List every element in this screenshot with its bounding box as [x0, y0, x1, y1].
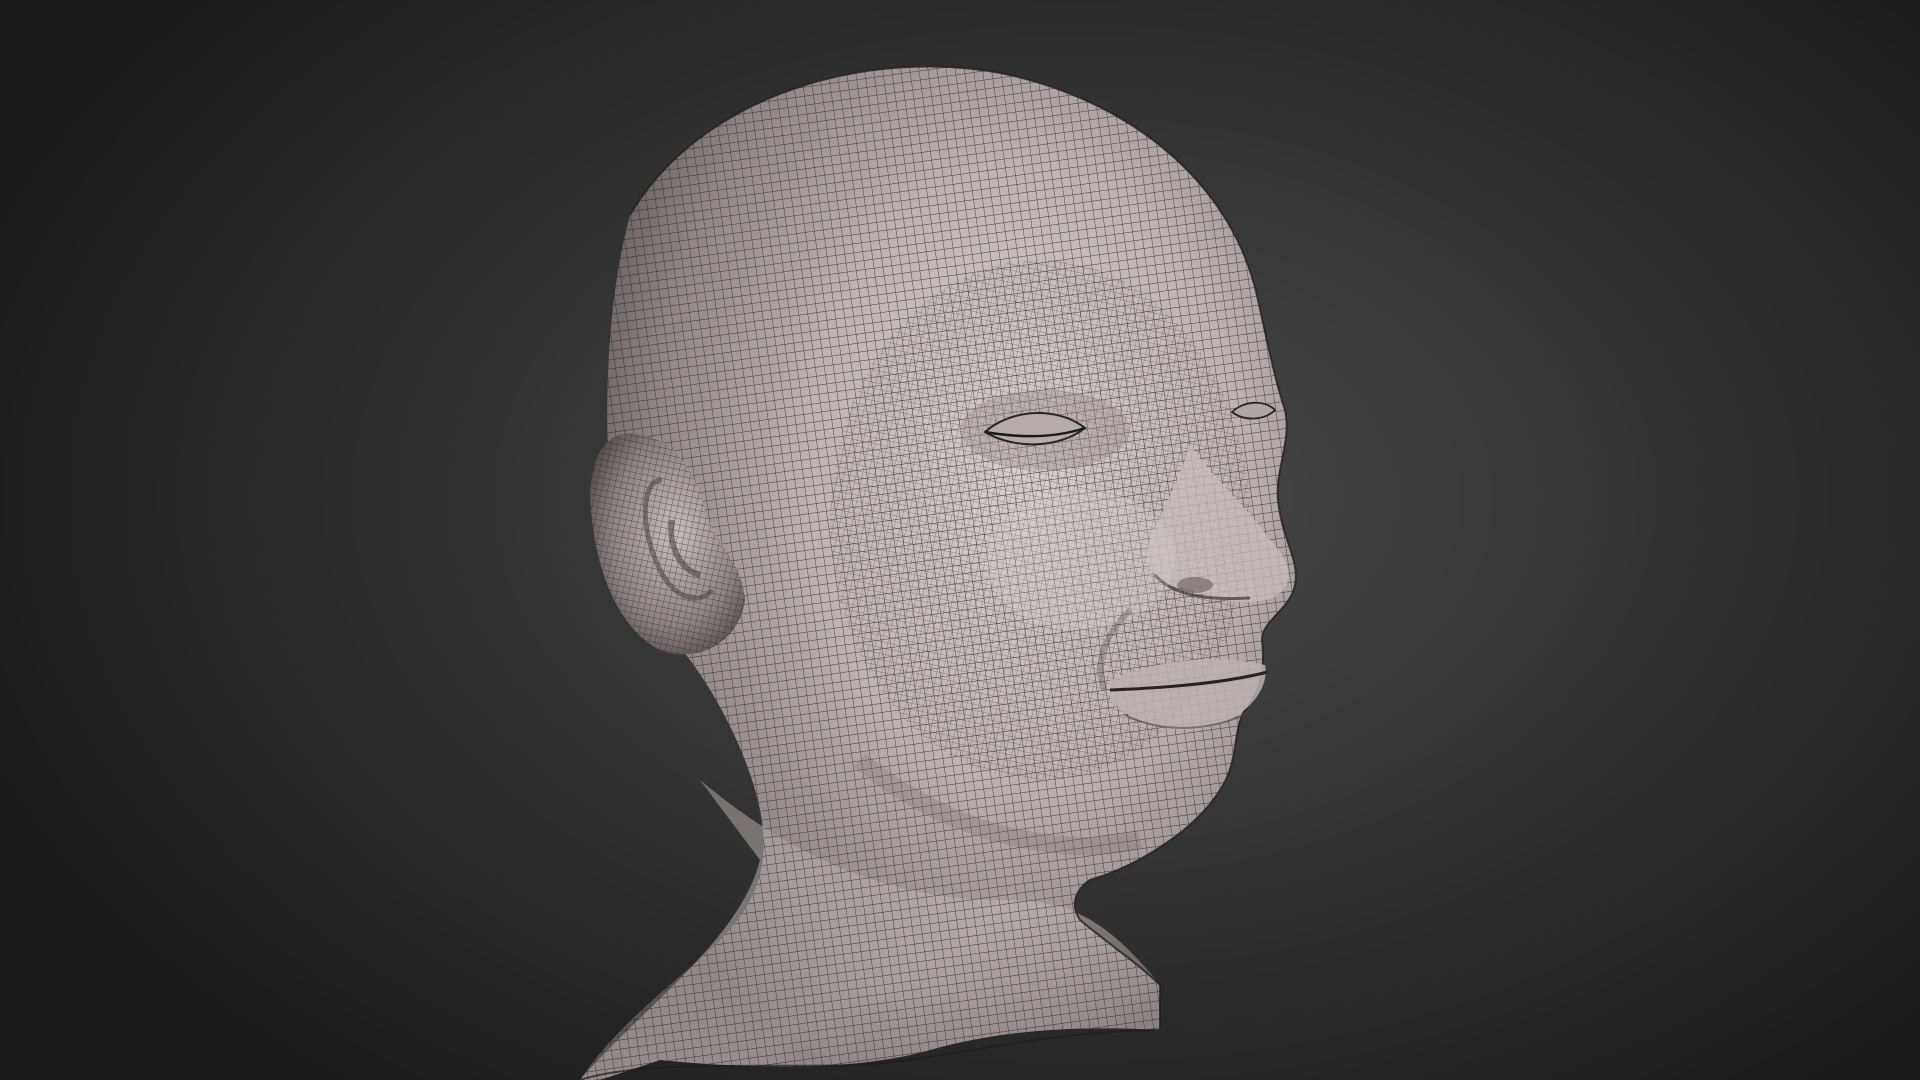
3d-viewport[interactable] — [0, 0, 1920, 1080]
head-mesh-render[interactable] — [0, 0, 1920, 1080]
